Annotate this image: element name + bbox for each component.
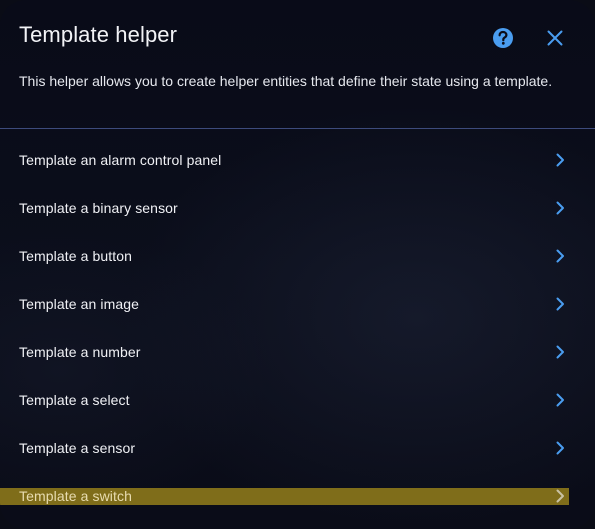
list-item-label: Template a select <box>19 392 130 408</box>
close-icon <box>547 30 563 46</box>
dialog-title: Template helper <box>19 22 178 47</box>
list-item-label: Template a switch <box>19 488 132 504</box>
header-divider <box>0 128 595 129</box>
help-button[interactable] <box>489 24 517 52</box>
chevron-right-icon <box>556 249 564 263</box>
list-item-select[interactable]: Template a select <box>0 376 595 424</box>
chevron-right-icon <box>556 345 564 359</box>
list-item-image[interactable]: Template an image <box>0 280 595 328</box>
chevron-right-icon <box>556 489 564 503</box>
template-type-list: Template an alarm control panel Template… <box>0 136 595 520</box>
help-circle-icon <box>493 28 513 48</box>
dialog-description: This helper allows you to create helper … <box>19 73 553 89</box>
list-item-number[interactable]: Template a number <box>0 328 595 376</box>
list-item-label: Template an alarm control panel <box>19 152 222 168</box>
template-helper-dialog: Template helper This helper allows you t… <box>0 0 595 529</box>
chevron-right-icon <box>556 441 564 455</box>
list-item-label: Template a sensor <box>19 440 136 456</box>
chevron-right-icon <box>556 297 564 311</box>
list-item-label: Template a binary sensor <box>19 200 178 216</box>
close-button[interactable] <box>541 24 569 52</box>
list-item-label: Template a number <box>19 344 141 360</box>
chevron-right-icon <box>556 153 564 167</box>
list-item-label: Template a button <box>19 248 132 264</box>
list-item-button[interactable]: Template a button <box>0 232 595 280</box>
list-item-label: Template an image <box>19 296 139 312</box>
chevron-right-icon <box>556 201 564 215</box>
chevron-right-icon <box>556 393 564 407</box>
list-item-alarm-control-panel[interactable]: Template an alarm control panel <box>0 136 595 184</box>
list-item-switch[interactable]: Template a switch <box>0 472 595 520</box>
list-item-binary-sensor[interactable]: Template a binary sensor <box>0 184 595 232</box>
list-item-sensor[interactable]: Template a sensor <box>0 424 595 472</box>
